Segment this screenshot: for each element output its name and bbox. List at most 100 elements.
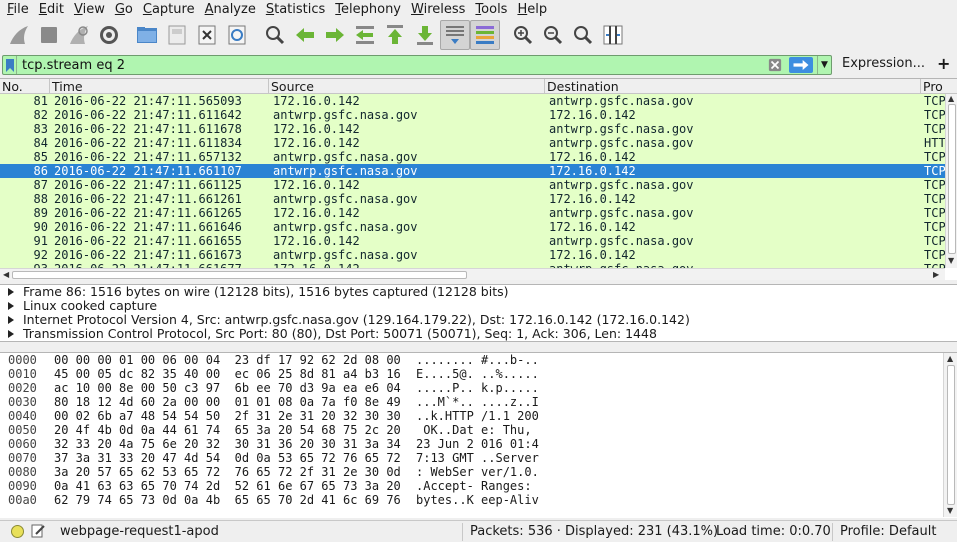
find-packet-button[interactable] [260, 20, 290, 50]
byte-row[interactable]: 0030 80 18 12 4d 60 2a 00 00 01 01 08 0a … [0, 395, 957, 409]
add-filter-button[interactable]: + [937, 54, 950, 73]
packet-row[interactable]: 92 2016-06-22 21:47:11.661673 antwrp.gsfc.… [0, 248, 945, 262]
go-back-button[interactable] [290, 20, 320, 50]
packet-bytes-body: 0000 00 00 00 01 00 06 00 04 23 df 17 92 … [0, 353, 957, 507]
zoom-in-button[interactable] [508, 20, 538, 50]
expand-triangle-icon[interactable] [6, 301, 16, 311]
packet-protocol: TCP [924, 178, 945, 192]
filter-clear-button[interactable] [767, 57, 783, 73]
expand-triangle-icon[interactable] [6, 329, 16, 339]
expert-info-led-icon[interactable] [11, 525, 24, 538]
go-forward-button[interactable] [320, 20, 350, 50]
packet-destination: antwrp.gsfc.nasa.gov [549, 206, 694, 220]
go-first-button[interactable] [380, 20, 410, 50]
byte-row[interactable]: 0050 20 4f 4b 0d 0a 44 61 74 65 3a 20 54 … [0, 423, 957, 437]
menu-view[interactable]: View [70, 1, 109, 18]
filter-bookmark-button[interactable] [3, 56, 17, 74]
menu-go[interactable]: Go [111, 1, 137, 18]
detail-tree-item[interactable]: Frame 86: 1516 bytes on wire (12128 bits… [0, 285, 957, 299]
close-file-button[interactable] [192, 20, 222, 50]
expression-button[interactable]: Expression... [842, 56, 925, 71]
column-header-destination[interactable]: Destination [545, 79, 921, 93]
save-file-icon [168, 25, 186, 45]
autoscroll-button[interactable] [440, 20, 470, 50]
packet-list-hscroll-thumb[interactable] [12, 271, 467, 279]
expand-triangle-icon[interactable] [6, 315, 16, 325]
packet-row[interactable]: 84 2016-06-22 21:47:11.611834 172.16.0.142… [0, 136, 945, 150]
expand-triangle-icon[interactable] [6, 287, 16, 297]
menu-telephony[interactable]: Telephony [331, 1, 405, 18]
packet-list-hscrollbar[interactable]: ◀ ▶ [0, 268, 945, 280]
zoom-out-button[interactable] [538, 20, 568, 50]
menu-wireless[interactable]: Wireless [407, 1, 469, 18]
packet-row[interactable]: 91 2016-06-22 21:47:11.661655 172.16.0.142… [0, 234, 945, 248]
byte-row[interactable]: 0020 ac 10 00 8e 00 50 c3 97 6b ee 70 d3 … [0, 381, 957, 395]
detail-tree-item[interactable]: Transmission Control Protocol, Src Port:… [0, 327, 957, 341]
menu-help[interactable]: Help [513, 1, 551, 18]
packet-row[interactable]: 83 2016-06-22 21:47:11.611678 172.16.0.142… [0, 122, 945, 136]
menu-tools[interactable]: Tools [471, 1, 511, 18]
byte-row[interactable]: 0060 32 33 20 4a 75 6e 20 32 30 31 36 20 … [0, 437, 957, 451]
packet-row[interactable]: 86 2016-06-22 21:47:11.661107 antwrp.gsfc.… [0, 164, 945, 178]
packet-row[interactable]: 89 2016-06-22 21:47:11.661265 172.16.0.142… [0, 206, 945, 220]
menu-file[interactable]: File [3, 1, 33, 18]
packet-destination: 172.16.0.142 [549, 150, 636, 164]
detail-tree-item[interactable]: Linux cooked capture [0, 299, 957, 313]
status-packet-counts[interactable]: Packets: 536 · Displayed: 231 (43.1%) · [470, 524, 726, 539]
start-capture-button[interactable] [4, 20, 34, 50]
packet-row[interactable]: 90 2016-06-22 21:47:11.661646 antwrp.gsfc.… [0, 220, 945, 234]
filter-apply-button[interactable] [789, 57, 813, 73]
packet-list-vscroll-thumb[interactable] [948, 104, 956, 254]
detail-tree-item[interactable]: Internet Protocol Version 4, Src: antwrp… [0, 313, 957, 327]
packet-number: 88 [33, 192, 48, 206]
go-to-packet-icon [356, 26, 374, 44]
byte-row[interactable]: 0000 00 00 00 01 00 06 00 04 23 df 17 92 … [0, 353, 957, 367]
capture-comment-icon[interactable] [31, 524, 45, 538]
packet-protocol: TCP [924, 108, 945, 122]
find-packet-icon [266, 26, 285, 45]
column-header-source[interactable]: Source [269, 79, 545, 93]
byte-row[interactable]: 0040 00 02 6b a7 48 54 54 50 2f 31 2e 31 … [0, 409, 957, 423]
packet-row[interactable]: 85 2016-06-22 21:47:11.657132 antwrp.gsfc.… [0, 150, 945, 164]
filter-history-dropdown[interactable]: ▼ [817, 56, 831, 74]
zoom-normal-button[interactable] [568, 20, 598, 50]
display-filter-input[interactable] [17, 56, 767, 74]
capture-options-button[interactable] [94, 20, 124, 50]
byte-row[interactable]: 0080 3a 20 57 65 62 53 65 72 76 65 72 2f … [0, 465, 957, 479]
byte-ascii: ........ #...b-.. [416, 353, 539, 367]
packet-number: 89 [33, 206, 48, 220]
column-header-time[interactable]: Time [50, 79, 269, 93]
packet-row[interactable]: 81 2016-06-22 21:47:11.565093 172.16.0.142… [0, 94, 945, 108]
byte-row[interactable]: 0010 45 00 05 dc 82 35 40 00 ec 06 25 8d … [0, 367, 957, 381]
open-file-button[interactable] [132, 20, 162, 50]
status-profile[interactable]: Profile: Default [840, 524, 936, 539]
byte-row[interactable]: 0070 37 3a 31 33 20 47 4d 54 0d 0a 53 65 … [0, 451, 957, 465]
packet-list-vscrollbar[interactable]: ▲ ▼ [945, 94, 957, 268]
column-header-protocol[interactable]: Pro [921, 79, 957, 93]
menu-analyze[interactable]: Analyze [201, 1, 260, 18]
save-file-button[interactable] [162, 20, 192, 50]
packet-row[interactable]: 87 2016-06-22 21:47:11.661125 172.16.0.142… [0, 178, 945, 192]
stop-capture-button[interactable] [34, 20, 64, 50]
menu-statistics[interactable]: Statistics [262, 1, 329, 18]
packet-protocol: TCP [924, 248, 945, 262]
menu-edit[interactable]: Edit [35, 1, 68, 18]
toolbar-separator [252, 23, 260, 47]
colorize-button[interactable] [470, 20, 500, 50]
column-header-no[interactable]: No. [0, 79, 50, 93]
packet-number: 91 [33, 234, 48, 248]
resize-columns-button[interactable] [598, 20, 628, 50]
packet-row[interactable]: 88 2016-06-22 21:47:11.661261 antwrp.gsfc.… [0, 192, 945, 206]
menu-capture[interactable]: Capture [139, 1, 199, 18]
restart-capture-button[interactable] [64, 20, 94, 50]
byte-row[interactable]: 00a0 62 79 74 65 73 0d 0a 4b 65 65 70 2d … [0, 493, 957, 507]
go-last-button[interactable] [410, 20, 440, 50]
go-to-packet-button[interactable] [350, 20, 380, 50]
packet-destination: antwrp.gsfc.nasa.gov [549, 122, 694, 136]
packet-time: 2016-06-22 21:47:11.661265 [54, 206, 242, 220]
reload-file-button[interactable] [222, 20, 252, 50]
byte-row[interactable]: 0090 0a 41 63 63 65 70 74 2d 52 61 6e 67 … [0, 479, 957, 493]
packet-bytes-vscroll-thumb[interactable] [947, 365, 955, 505]
packet-row[interactable]: 82 2016-06-22 21:47:11.611642 antwrp.gsfc.… [0, 108, 945, 122]
packet-bytes-vscrollbar[interactable]: ▲ ▼ [943, 353, 957, 517]
